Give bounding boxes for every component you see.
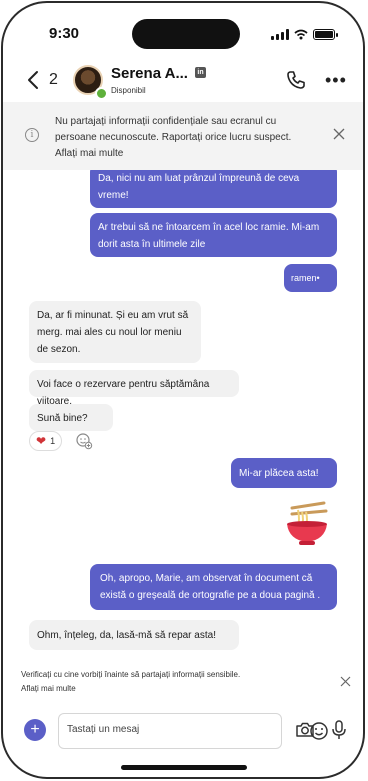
learn-more-link[interactable]: Aflați mai multe <box>21 682 311 696</box>
heart-icon: ❤ <box>36 434 47 448</box>
reaction-count: 1 <box>50 436 56 446</box>
message-bubble-outgoing[interactable]: Mi-ar plăcea asta! <box>231 458 337 488</box>
phone-frame: 9:30 2 Serena A... in Disponibil ••• i N… <box>1 1 365 779</box>
microphone-icon[interactable] <box>329 719 349 741</box>
message-bubble-outgoing[interactable]: Ar trebui să ne întoarcem în acel loc ra… <box>90 213 337 257</box>
presence-available-icon <box>95 87 108 100</box>
status-icons <box>271 27 338 41</box>
wifi-icon <box>294 29 308 39</box>
signal-icon <box>271 28 289 40</box>
info-icon: i <box>25 128 39 142</box>
linkedin-icon[interactable]: in <box>195 67 206 78</box>
security-banner: i Nu partajați informații confidențiale … <box>3 102 363 170</box>
close-icon[interactable] <box>340 676 351 687</box>
reaction-chip[interactable]: ❤ 1 <box>29 431 63 451</box>
camera-icon[interactable] <box>295 720 315 740</box>
banner-text[interactable]: Nu partajați informații confidențiale sa… <box>55 114 315 162</box>
add-reaction-icon[interactable] <box>75 432 93 450</box>
contact-status: Disponibil <box>111 86 146 95</box>
status-time: 9:30 <box>49 25 80 42</box>
dynamic-island <box>132 19 240 49</box>
message-bubble-outgoing[interactable]: Da, nici nu am luat prânzul împreună de … <box>90 170 337 208</box>
add-attachment-button[interactable]: + <box>24 719 46 741</box>
message-input[interactable] <box>67 724 247 735</box>
chat-header: 2 Serena A... in Disponibil ••• <box>3 59 363 103</box>
message-bubble-incoming[interactable]: Da, ar fi minunat. Și eu am vrut să merg… <box>29 301 201 363</box>
message-bubble-outgoing[interactable]: Oh, apropo, Marie, am observat în docume… <box>90 564 337 610</box>
verification-line: Verificați cu cine vorbiți înainte să pa… <box>21 670 241 679</box>
home-indicator <box>121 765 247 770</box>
message-bubble-incoming[interactable]: Ohm, înțeleg, da, lasă-mă să repar asta! <box>29 620 239 650</box>
ramen-bowl-icon[interactable] <box>284 500 330 548</box>
more-options-icon[interactable]: ••• <box>325 71 347 89</box>
verification-text: Verificați cu cine vorbiți înainte să pa… <box>21 668 311 696</box>
contact-name[interactable]: Serena A... <box>111 65 188 82</box>
message-list: Da, nici nu am luat prânzul împreună de … <box>3 170 363 660</box>
back-count[interactable]: 2 <box>49 71 58 89</box>
battery-icon <box>313 28 338 40</box>
close-icon[interactable] <box>333 128 345 140</box>
message-bubble-incoming[interactable]: Sună bine? <box>29 404 113 431</box>
message-bubble-incoming[interactable]: Voi face o rezervare pentru săptămâna vi… <box>29 370 239 407</box>
message-input-box[interactable] <box>58 713 328 749</box>
message-bubble-outgoing[interactable]: ramen• <box>284 264 337 292</box>
phone-call-icon[interactable] <box>285 69 307 91</box>
verification-note: Verificați cu cine vorbiți înainte să pa… <box>3 660 363 705</box>
back-arrow-icon[interactable] <box>23 69 45 91</box>
compose-bar: + <box>3 707 363 757</box>
